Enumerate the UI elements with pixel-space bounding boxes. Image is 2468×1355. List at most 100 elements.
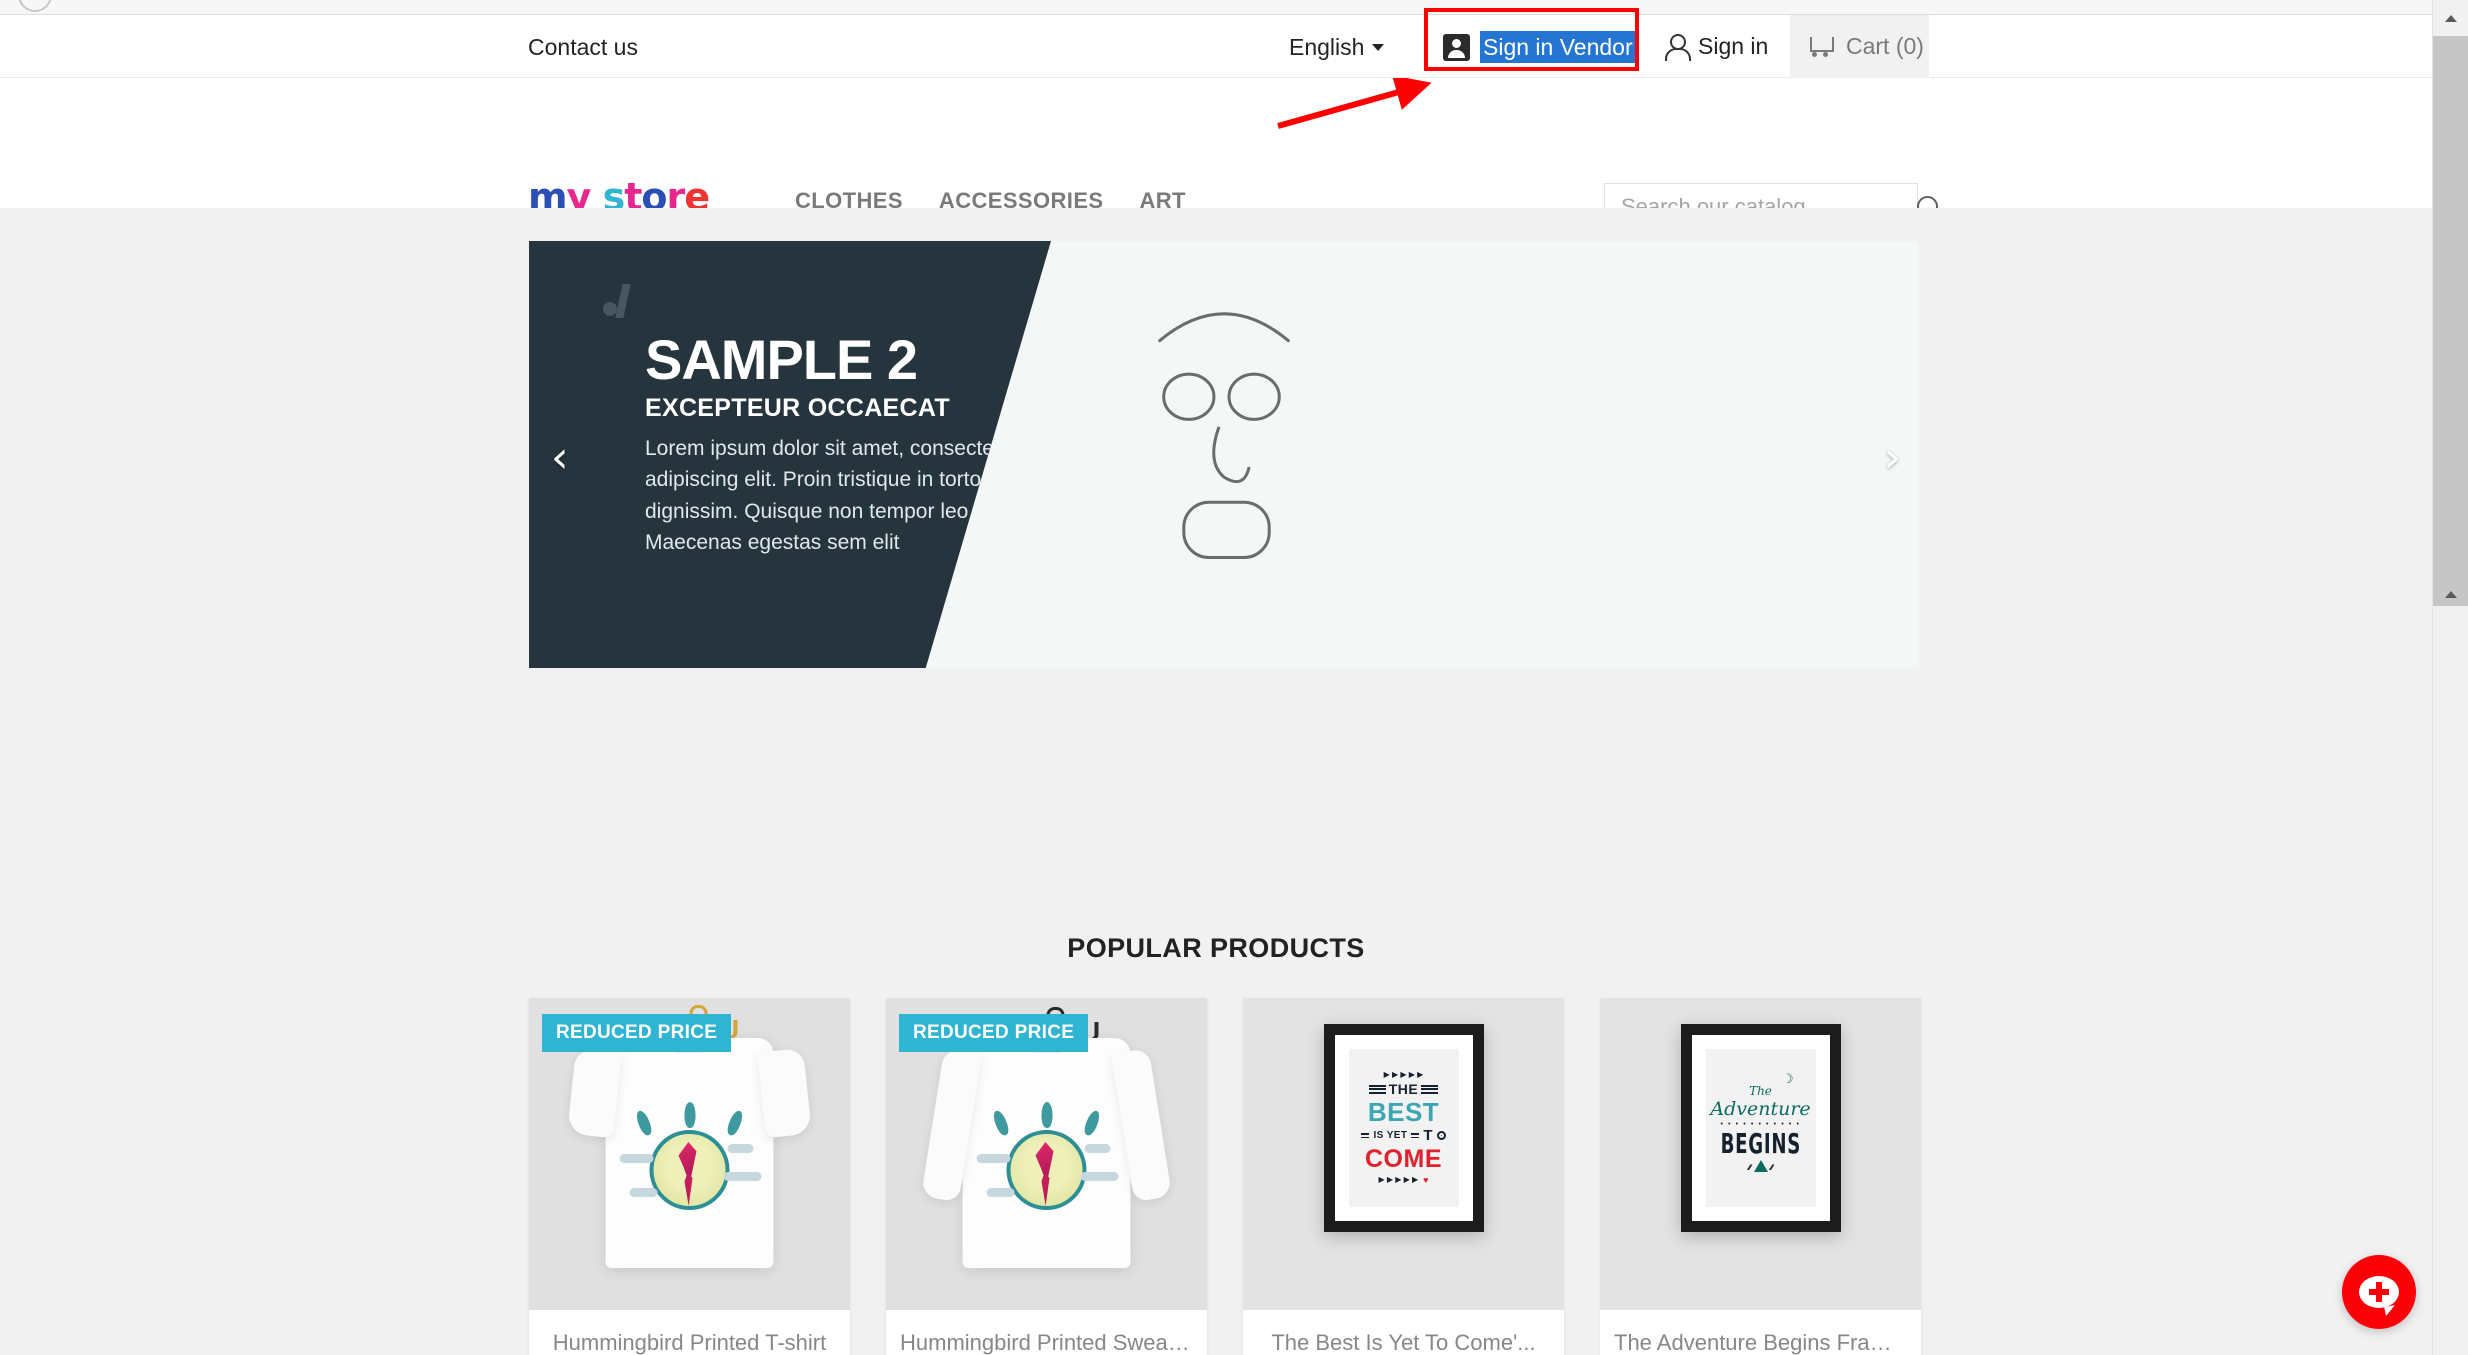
chevron-up-icon bbox=[2445, 14, 2457, 22]
product-card[interactable]: REDUCED PRICE bbox=[529, 998, 850, 1355]
product-card[interactable]: REDUCED PRICE bbox=[886, 998, 1207, 1355]
carousel-prev-button[interactable]: ‹ bbox=[551, 436, 569, 480]
carousel-title: SAMPLE 2 bbox=[645, 328, 918, 391]
poster-word-the: THE bbox=[1388, 1081, 1419, 1098]
product-title[interactable]: Hummingbird Printed T-shirt bbox=[543, 1330, 836, 1355]
cloud-icon bbox=[629, 1188, 658, 1197]
cloud-icon bbox=[1084, 1144, 1111, 1153]
moon-icon: ☽ bbox=[1781, 1071, 1794, 1086]
top-header-bar: Contact us English Sign in Vendor Sign i… bbox=[0, 15, 2432, 78]
poster-word-come: COME bbox=[1365, 1145, 1442, 1174]
poster-word-adventure: Adventure bbox=[1710, 1098, 1811, 1120]
feather-icon bbox=[991, 1108, 1011, 1138]
feather-icon bbox=[725, 1108, 745, 1138]
screenshot-viewport: Contact us English Sign in Vendor Sign i… bbox=[0, 0, 2468, 1355]
page-scrollbar[interactable] bbox=[2432, 0, 2468, 1355]
triangle-row-bottom: ▶ ▶ ▶ ▶ ▶ ♥ bbox=[1378, 1174, 1429, 1185]
product-info: The Adventure Begins Framed... $29.00 Ve… bbox=[1600, 1310, 1921, 1355]
chevron-up-icon bbox=[2445, 591, 2457, 598]
reduced-price-badge: REDUCED PRICE bbox=[899, 1014, 1089, 1052]
cart-button[interactable]: Cart (0) bbox=[1790, 15, 1929, 78]
carousel-subtitle: EXCEPTEUR OCCAECAT bbox=[645, 394, 950, 422]
carousel-next-button[interactable]: › bbox=[1883, 436, 1901, 480]
poster-artwork: ▶ ▶ ▶ ▶ ▶ THE BEST IS YET T COME ▶ ▶ ▶ ▶… bbox=[1348, 1049, 1459, 1207]
cloud-icon bbox=[619, 1154, 654, 1163]
page-body: SAMPLE 2 EXCEPTEUR OCCAECAT Lorem ipsum … bbox=[0, 208, 2432, 1355]
scrollbar-thumb[interactable] bbox=[2433, 36, 2468, 606]
feather-icon bbox=[634, 1108, 654, 1138]
poster-mat: ☽ The Adventure • • • • • • • • • • • BE… bbox=[1691, 1035, 1830, 1221]
product-card[interactable]: ☽ The Adventure • • • • • • • • • • • BE… bbox=[1600, 998, 1921, 1355]
sweater-body bbox=[921, 1035, 1172, 1268]
carousel-watermark-icon bbox=[603, 284, 637, 318]
product-image[interactable]: ☽ The Adventure • • • • • • • • • • • BE… bbox=[1600, 998, 1921, 1310]
poster-word-to: T bbox=[1423, 1127, 1433, 1145]
sweater-sleeve-left bbox=[921, 1047, 982, 1203]
cloud-icon bbox=[976, 1154, 1011, 1163]
product-image[interactable]: REDUCED PRICE bbox=[886, 998, 1207, 1310]
feather-icon bbox=[684, 1102, 696, 1128]
chat-support-button[interactable] bbox=[2342, 1255, 2416, 1329]
page-content: Contact us English Sign in Vendor Sign i… bbox=[0, 15, 2432, 1355]
product-card[interactable]: ▶ ▶ ▶ ▶ ▶ THE BEST IS YET T COME ▶ ▶ ▶ ▶… bbox=[1243, 998, 1564, 1355]
product-image[interactable]: REDUCED PRICE bbox=[529, 998, 850, 1310]
bar-lines-icon bbox=[1368, 1084, 1386, 1094]
product-info: Hummingbird Printed Sweater $35.90(-20%)… bbox=[886, 1310, 1207, 1355]
feather-icon bbox=[1082, 1108, 1102, 1138]
hero-carousel[interactable]: SAMPLE 2 EXCEPTEUR OCCAECAT Lorem ipsum … bbox=[529, 241, 1919, 668]
cloud-icon bbox=[727, 1144, 754, 1153]
heart-icon: ♥ bbox=[1423, 1174, 1429, 1185]
reduced-price-badge: REDUCED PRICE bbox=[542, 1014, 732, 1052]
product-title[interactable]: The Adventure Begins Framed... bbox=[1614, 1330, 1907, 1355]
scrollbar-up-button[interactable] bbox=[2433, 0, 2468, 36]
browser-chrome-circle bbox=[18, 0, 52, 12]
product-image[interactable]: ▶ ▶ ▶ ▶ ▶ THE BEST IS YET T COME ▶ ▶ ▶ ▶… bbox=[1243, 998, 1564, 1310]
product-info: Hummingbird Printed T-shirt $23.90(-20%)… bbox=[529, 1310, 850, 1355]
cloud-icon bbox=[723, 1172, 762, 1181]
poster-letter-o-icon bbox=[1436, 1131, 1446, 1141]
tshirt-sleeve-right bbox=[757, 1047, 812, 1139]
triangles: ▶ ▶ ▶ ▶ ▶ bbox=[1378, 1174, 1419, 1184]
person-icon bbox=[1664, 33, 1691, 61]
cloud-icon bbox=[1080, 1172, 1119, 1181]
product-title[interactable]: Hummingbird Printed Sweater bbox=[900, 1330, 1193, 1355]
poster-word-isyet: IS YET bbox=[1373, 1130, 1408, 1142]
sweater-sleeve-right bbox=[1111, 1047, 1172, 1203]
product-info: The Best Is Yet To Come'... $29.00 Vendo… bbox=[1243, 1310, 1564, 1355]
sign-in-link[interactable]: Sign in bbox=[1664, 33, 1768, 61]
tent-icon bbox=[1753, 1160, 1768, 1172]
feather-icon bbox=[1041, 1102, 1053, 1128]
sign-in-vendor-label: Sign in Vendor bbox=[1480, 31, 1636, 64]
shopping-cart-icon bbox=[1807, 35, 1835, 59]
contact-us-link[interactable]: Contact us bbox=[528, 34, 638, 61]
poster-word-begins: BEGINS bbox=[1720, 1127, 1801, 1160]
poster-isyet-to-row: IS YET T bbox=[1361, 1127, 1446, 1145]
language-selector[interactable]: English bbox=[1289, 34, 1385, 61]
popular-products-heading: POPULAR PRODUCTS bbox=[1067, 933, 1365, 963]
caret-down-icon bbox=[1372, 44, 1385, 51]
dash-left: ∕∕∕∕∕∕ bbox=[1748, 1163, 1751, 1172]
poster-mat: ▶ ▶ ▶ ▶ ▶ THE BEST IS YET T COME ▶ ▶ ▶ ▶… bbox=[1334, 1035, 1473, 1221]
hummingbird-icon bbox=[1030, 1138, 1064, 1208]
tshirt-sleeve-left bbox=[567, 1047, 622, 1139]
the-adventure-begins-poster: ☽ The Adventure • • • • • • • • • • • BE… bbox=[1680, 1024, 1841, 1232]
browser-chrome-strip bbox=[0, 0, 2432, 15]
vendor-account-icon bbox=[1443, 33, 1470, 61]
main-navigation-bar: my store CLOTHES ACCESSORIES ART bbox=[0, 78, 2432, 231]
chat-bubble-icon bbox=[2359, 1276, 2399, 1308]
language-label: English bbox=[1289, 34, 1365, 60]
cart-label: Cart (0) bbox=[1846, 33, 1924, 59]
tshirt-body bbox=[567, 1035, 812, 1268]
bar-lines-icon bbox=[1361, 1133, 1370, 1139]
poster-word-the: The bbox=[1749, 1084, 1772, 1098]
dash-right: ∕∕∕∕∕∕ bbox=[1770, 1163, 1774, 1172]
sign-in-vendor-link[interactable]: Sign in Vendor bbox=[1443, 31, 1636, 64]
hummingbird-icon bbox=[673, 1138, 707, 1208]
poster-artwork: ☽ The Adventure • • • • • • • • • • • BE… bbox=[1705, 1049, 1816, 1207]
triangle-row-top: ▶ ▶ ▶ ▶ ▶ bbox=[1383, 1070, 1424, 1080]
poster-the-row: THE bbox=[1368, 1081, 1439, 1098]
cloud-icon bbox=[986, 1188, 1015, 1197]
bar-lines-icon bbox=[1421, 1084, 1439, 1094]
plus-icon bbox=[2369, 1289, 2389, 1295]
product-title[interactable]: The Best Is Yet To Come'... bbox=[1257, 1330, 1550, 1355]
